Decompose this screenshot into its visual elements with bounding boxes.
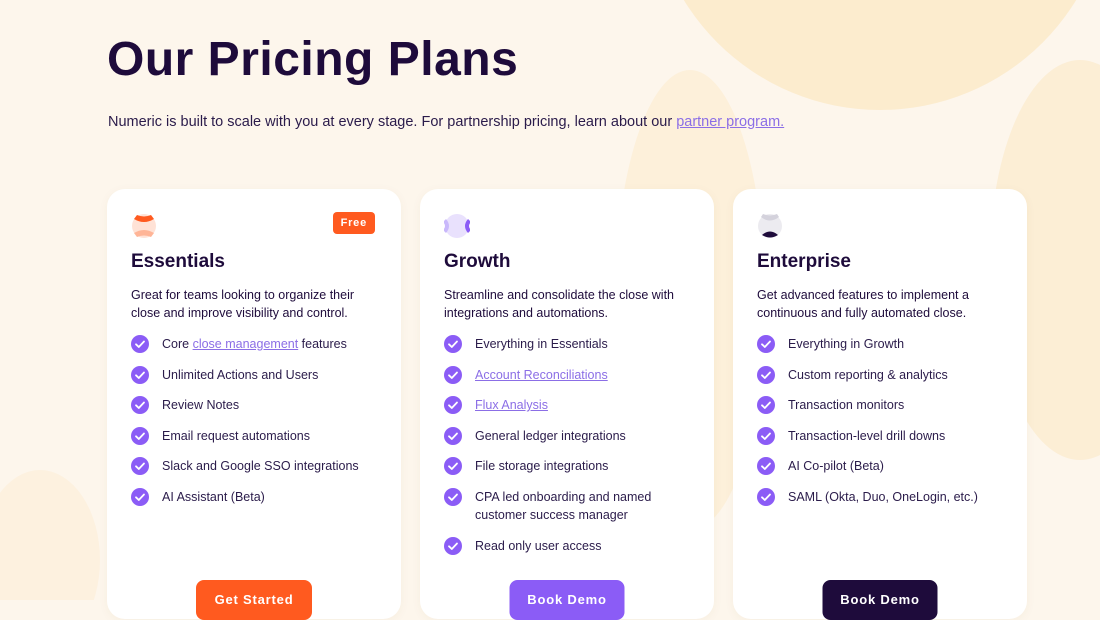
plan-card-essentials: Free Essentials Great for teams looking …: [107, 189, 401, 620]
check-icon: [444, 426, 462, 445]
feature-item: Transaction monitors: [757, 396, 1017, 415]
check-icon: [757, 365, 775, 384]
check-icon: [131, 487, 149, 506]
check-icon: [757, 457, 775, 475]
plan-description: Great for teams looking to organize thei…: [131, 288, 355, 320]
feature-text: General ledger integrations: [475, 428, 626, 443]
feature-item: Transaction-level drill downs: [757, 426, 1017, 446]
page-title: Our Pricing Plans: [107, 33, 519, 86]
feature-text: Unlimited Actions and Users: [162, 367, 319, 382]
plan-name: Essentials: [131, 251, 225, 272]
feature-text-prefix: Core: [162, 337, 193, 351]
feature-item: Account Reconciliations: [444, 365, 704, 385]
feature-text: Slack and Google SSO integrations: [162, 459, 359, 473]
feature-text: Transaction monitors: [788, 398, 905, 412]
enterprise-logo-icon: [758, 214, 782, 238]
feature-text: SAML (Okta, Duo, OneLogin, etc.): [788, 489, 978, 504]
feature-text: Read only user access: [475, 538, 602, 553]
feature-item: AI Assistant (Beta): [131, 487, 391, 507]
feature-list: Everything in Growth Custom reporting & …: [757, 335, 1017, 518]
feature-item: Review Notes: [131, 396, 391, 415]
feature-list: Everything in Essentials Account Reconci…: [444, 335, 704, 567]
subtitle-text: Numeric is built to scale with you at ev…: [108, 114, 677, 130]
check-icon: [757, 335, 775, 353]
free-badge: Free: [332, 212, 375, 234]
check-icon: [444, 335, 462, 353]
check-icon: [131, 426, 149, 445]
book-demo-button-enterprise[interactable]: Book Demo: [822, 580, 938, 620]
feature-text: AI Co-pilot (Beta): [788, 459, 884, 473]
check-icon: [757, 426, 775, 445]
feature-item: Everything in Essentials: [444, 335, 704, 354]
feature-text: Email request automations: [162, 428, 310, 443]
plan-description: Streamline and consolidate the close wit…: [444, 288, 674, 320]
feature-item: Slack and Google SSO integrations: [131, 457, 391, 476]
plan-card-enterprise: Enterprise Get advanced features to impl…: [733, 189, 1027, 620]
feature-text: Review Notes: [162, 398, 240, 412]
page-subtitle: Numeric is built to scale with you at ev…: [108, 114, 784, 130]
check-icon: [131, 457, 149, 475]
feature-item: Core close management features: [131, 335, 391, 354]
account-reconciliations-link[interactable]: Account Reconciliations: [475, 366, 608, 385]
feature-text-suffix: features: [298, 337, 347, 351]
feature-text: Custom reporting & analytics: [788, 367, 948, 382]
flux-analysis-link[interactable]: Flux Analysis: [475, 396, 548, 415]
feature-item: File storage integrations: [444, 457, 704, 476]
plan-description: Get advanced features to implement a con…: [757, 288, 969, 320]
feature-text: CPA led onboarding and named customer su…: [475, 489, 652, 523]
feature-item: AI Co-pilot (Beta): [757, 457, 1017, 476]
feature-text: Everything in Essentials: [475, 337, 608, 351]
plan-name: Growth: [444, 251, 511, 272]
partner-program-link[interactable]: partner program.: [676, 114, 784, 130]
check-icon: [444, 396, 462, 414]
growth-logo-icon: [444, 214, 470, 238]
feature-text: AI Assistant (Beta): [162, 489, 265, 504]
feature-text: Everything in Growth: [788, 337, 905, 351]
feature-item: CPA led onboarding and named customer su…: [444, 487, 704, 525]
plan-card-growth: Growth Streamline and consolidate the cl…: [420, 189, 714, 620]
book-demo-button-growth[interactable]: Book Demo: [509, 580, 625, 620]
feature-text: File storage integrations: [475, 459, 609, 473]
check-icon: [757, 396, 775, 414]
check-icon: [131, 335, 149, 353]
feature-list: Core close management features Unlimited…: [131, 335, 391, 518]
check-icon: [757, 487, 775, 506]
feature-item: Email request automations: [131, 426, 391, 446]
feature-item: Everything in Growth: [757, 335, 1017, 354]
close-management-link[interactable]: close management: [193, 337, 299, 351]
plan-name: Enterprise: [757, 251, 851, 272]
check-icon: [444, 365, 462, 384]
feature-item: Custom reporting & analytics: [757, 365, 1017, 385]
feature-item: SAML (Okta, Duo, OneLogin, etc.): [757, 487, 1017, 507]
feature-text: Core close management features: [162, 335, 347, 354]
check-icon: [444, 536, 462, 555]
check-icon: [131, 365, 149, 384]
feature-item: General ledger integrations: [444, 426, 704, 446]
feature-item: Unlimited Actions and Users: [131, 365, 391, 385]
feature-item: Flux Analysis: [444, 396, 704, 415]
check-icon: [444, 457, 462, 475]
check-icon: [444, 487, 462, 506]
feature-text: Transaction-level drill downs: [788, 428, 946, 443]
feature-item: Read only user access: [444, 536, 704, 556]
get-started-button[interactable]: Get Started: [196, 580, 312, 620]
essentials-logo-icon: [132, 214, 156, 238]
check-icon: [131, 396, 149, 414]
